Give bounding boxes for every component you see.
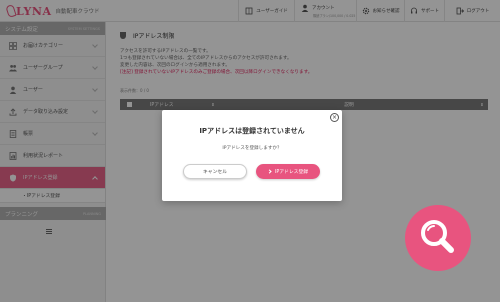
- chevron-right-icon: [267, 169, 272, 174]
- search-icon: [421, 220, 454, 253]
- cancel-button-label: キャンセル: [203, 170, 227, 175]
- cancel-button[interactable]: キャンセル: [183, 164, 247, 179]
- close-icon[interactable]: ×: [330, 113, 339, 122]
- dialog-title: IPアドレスは登録されていません: [199, 127, 305, 135]
- register-ip-button[interactable]: IPアドレス登録: [256, 164, 320, 179]
- register-button-label: IPアドレス登録: [274, 170, 309, 175]
- confirm-dialog: × IPアドレスは登録されていません IPアドレスを登録しますか？ キャンセル …: [162, 110, 342, 201]
- search-fab-button[interactable]: [405, 205, 471, 271]
- dialog-message: IPアドレスを登録しますか？: [222, 146, 282, 151]
